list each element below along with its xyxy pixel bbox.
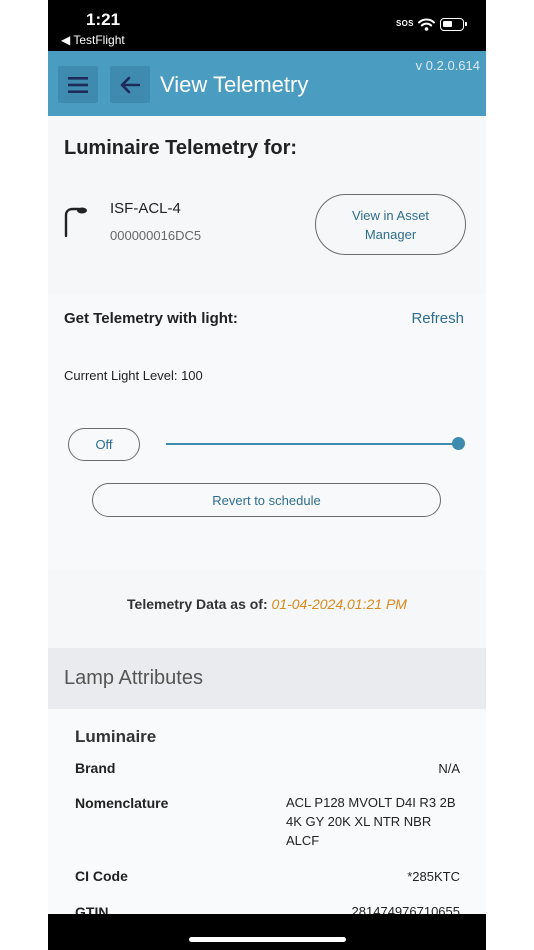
off-button[interactable]: Off (68, 428, 140, 461)
attr-value-brand: N/A (438, 761, 460, 776)
lamp-attributes-title: Lamp Attributes (64, 667, 203, 689)
current-light-level: Current Light Level: 100 (64, 368, 203, 383)
view-in-asset-manager-button[interactable]: View in Asset Manager (315, 194, 466, 255)
battery-icon (440, 18, 467, 31)
slider-thumb[interactable] (452, 437, 465, 450)
streetlight-icon (64, 207, 87, 238)
luminaire-heading: Luminaire Telemetry for: (64, 137, 298, 159)
luminaire-id: 000000016DC5 (110, 228, 202, 243)
app-version: v 0.2.0.614 (415, 58, 480, 73)
light-level-slider[interactable] (166, 443, 459, 445)
hamburger-icon (68, 76, 88, 93)
revert-to-schedule-button[interactable]: Revert to schedule (92, 483, 441, 517)
lamp-attributes-header: Lamp Attributes (48, 648, 486, 709)
app-header: View Telemetry v 0.2.0.614 (48, 51, 486, 116)
home-indicator[interactable] (189, 937, 346, 942)
menu-button[interactable] (58, 66, 98, 103)
attr-label-nomenclature: Nomenclature (75, 795, 169, 811)
telemetry-controls: Get Telemetry with light: Refresh Curren… (48, 294, 486, 570)
attr-value-ci-code: *285KTC (407, 869, 460, 884)
get-telemetry-label: Get Telemetry with light: (64, 310, 238, 327)
lamp-attributes-list: Luminaire Brand N/A Nomenclature ACL P12… (48, 709, 486, 920)
attr-label-ci-code: CI Code (75, 868, 128, 884)
arrow-left-icon (120, 76, 140, 93)
attr-value-nomenclature: ACL P128 MVOLT D4I R3 2B 4K GY 20K XL NT… (286, 795, 456, 848)
luminaire-name: ISF-ACL-4 (110, 200, 181, 217)
attribute-group-title: Luminaire (75, 727, 157, 746)
home-bar (48, 914, 486, 950)
back-button[interactable] (110, 66, 150, 103)
telemetry-timestamp-label: Telemetry Data as of: (127, 596, 268, 612)
attr-label-brand: Brand (75, 760, 116, 776)
sos-indicator: SOS (396, 19, 414, 28)
luminaire-card: Luminaire Telemetry for: ISF-ACL-4 00000… (48, 116, 486, 291)
back-to-testflight[interactable]: ◀ TestFlight (61, 33, 125, 47)
status-time: 1:21 (86, 10, 121, 29)
page-title: View Telemetry (160, 72, 309, 97)
wifi-icon (418, 18, 435, 31)
phone-screen: 1:21 ◀ TestFlight SOS View Telemetry v 0… (48, 0, 486, 950)
telemetry-timestamp-value: 01-04-2024,01:21 PM (271, 596, 407, 612)
status-bar: 1:21 ◀ TestFlight SOS (48, 0, 486, 51)
refresh-link[interactable]: Refresh (411, 310, 464, 327)
telemetry-timestamp: Telemetry Data as of: 01-04-2024,01:21 P… (48, 596, 486, 612)
